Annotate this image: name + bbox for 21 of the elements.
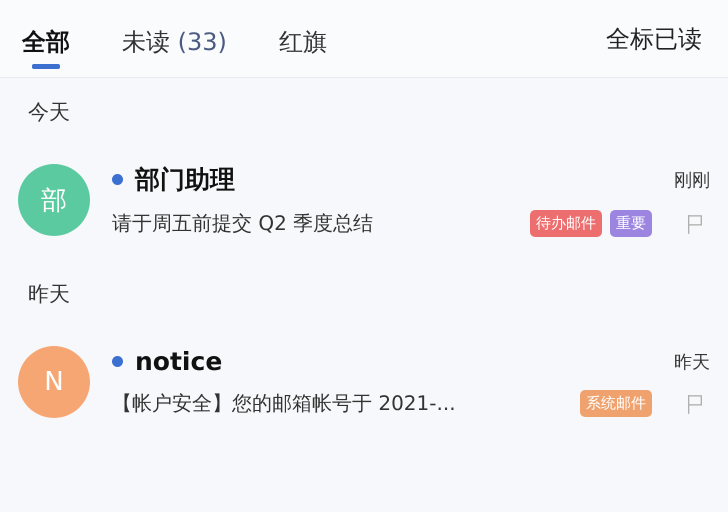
message-time: 刚刚 xyxy=(674,168,710,192)
avatar: N xyxy=(18,346,90,418)
tab[interactable]: 未读 (33) xyxy=(122,8,227,69)
flag-icon[interactable] xyxy=(686,212,704,234)
sender-name: notice xyxy=(135,347,222,376)
flag-icon[interactable] xyxy=(686,392,704,414)
message-time: 昨天 xyxy=(674,350,710,374)
tag: 待办邮件 xyxy=(530,210,602,237)
sender-name: 部门助理 xyxy=(135,164,235,196)
mark-all-read-button[interactable]: 全标已读 xyxy=(606,22,702,54)
avatar: 部 xyxy=(18,164,90,236)
tab[interactable]: 红旗 xyxy=(278,8,327,69)
message-subject: 请于周五前提交 Q2 季度总结 xyxy=(112,210,374,237)
message-row[interactable]: 部 部门助理 刚刚 请于周五前提交 Q2 季度总结 待办邮件 重要 xyxy=(0,140,728,260)
section-header: 今天 xyxy=(27,99,71,126)
section-header: 昨天 xyxy=(27,281,71,308)
message-row[interactable]: N notice 昨天 【帐户安全】您的邮箱帐号于 2021-... 系统邮件 xyxy=(0,322,728,442)
message-subject: 【帐户安全】您的邮箱帐号于 2021-... xyxy=(112,390,456,417)
tag: 系统邮件 xyxy=(580,390,652,417)
tag: 重要 xyxy=(610,210,652,237)
tab[interactable]: 全部 xyxy=(22,8,70,69)
